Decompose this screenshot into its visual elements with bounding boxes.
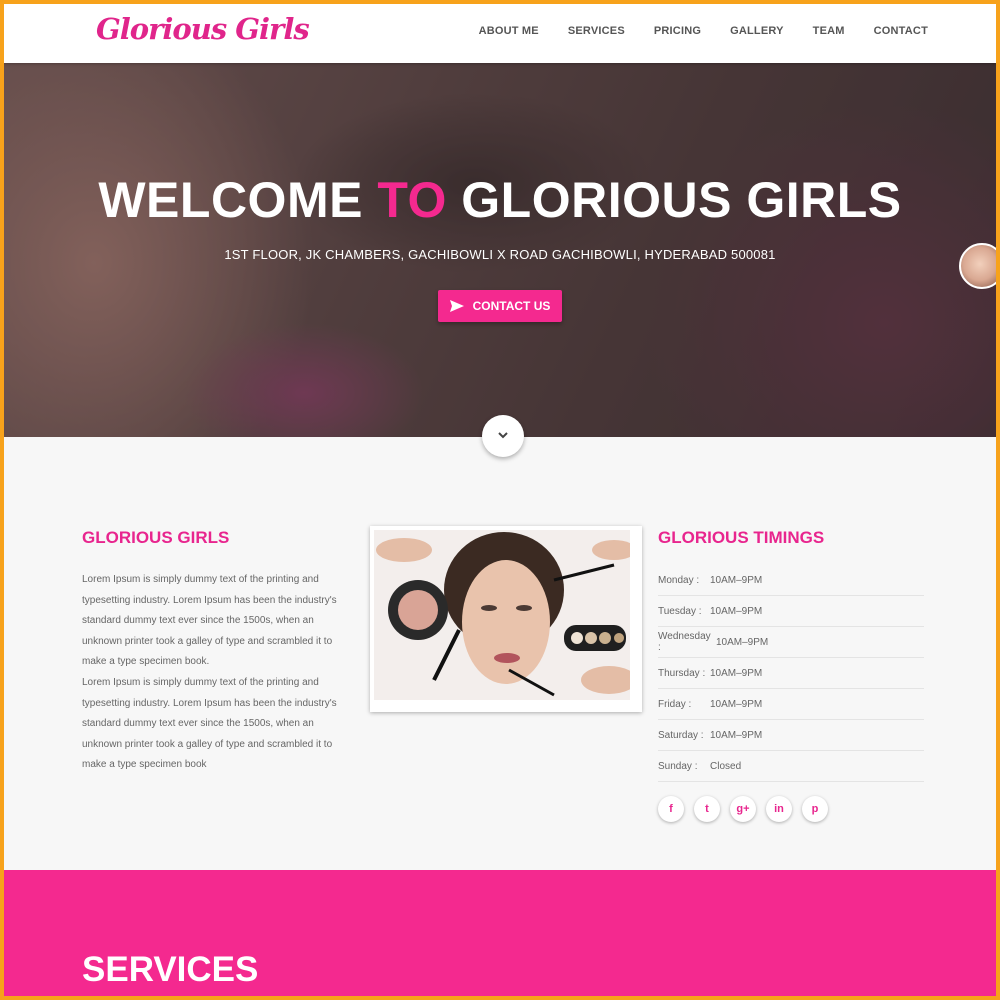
hero-title-accent: TO [377, 172, 447, 228]
timing-hours: 10AM–9PM [710, 698, 763, 710]
social-links: f t g+ in p [658, 796, 838, 822]
timing-hours: Closed [710, 760, 742, 772]
timing-day: Saturday : [658, 729, 704, 741]
timing-row: Friday : 10AM–9PM [658, 689, 924, 720]
about-title: GLORIOUS GIRLS [82, 528, 230, 547]
google-plus-icon[interactable]: g+ [730, 796, 756, 822]
about-paragraph-2: Lorem Ipsum is simply dummy text of the … [82, 676, 337, 771]
nav-gallery[interactable]: GALLERY [730, 25, 784, 37]
timing-hours: 10AM–9PM [710, 729, 763, 741]
nav-pricing[interactable]: PRICING [654, 25, 701, 37]
timing-day: Wednesday : [658, 631, 711, 653]
timing-day: Thursday : [658, 667, 706, 679]
timing-hours: 10AM–9PM [710, 574, 763, 586]
linkedin-icon[interactable]: in [766, 796, 792, 822]
hero-title: WELCOME TO GLORIOUS GIRLS [4, 171, 996, 229]
services-section: SERVICES [4, 870, 996, 996]
timing-row: Sunday : Closed [658, 751, 924, 782]
nav-about-me[interactable]: ABOUT ME [479, 25, 539, 37]
scroll-down-button[interactable] [482, 415, 524, 457]
hero-content: WELCOME TO GLORIOUS GIRLS 1ST FLOOR, JK … [4, 63, 996, 322]
twitter-icon[interactable]: t [694, 796, 720, 822]
timing-row: Saturday : 10AM–9PM [658, 720, 924, 751]
nav-services[interactable]: SERVICES [568, 25, 625, 37]
pinterest-icon[interactable]: p [802, 796, 828, 822]
contact-us-label: CONTACT US [472, 299, 551, 313]
navbar: Glorious Girls ABOUT ME SERVICES PRICING… [4, 4, 996, 63]
timings-list: Monday : 10AM–9PM Tuesday : 10AM–9PM Wedne… [658, 565, 924, 782]
site-logo[interactable]: Glorious Girls [96, 12, 310, 46]
chevron-down-icon [498, 432, 508, 439]
contact-us-button[interactable]: CONTACT US [437, 290, 563, 322]
nav-menu: ABOUT ME SERVICES PRICING GALLERY TEAM C… [450, 25, 928, 37]
makeup-illustration [374, 530, 637, 700]
timing-day: Tuesday : [658, 605, 702, 617]
timing-hours: 10AM–9PM [716, 636, 769, 648]
hero-title-part1: WELCOME [98, 172, 378, 228]
services-title: SERVICES [82, 950, 259, 989]
nav-contact[interactable]: CONTACT [874, 25, 928, 37]
facebook-icon[interactable]: f [658, 796, 684, 822]
timings-title: GLORIOUS TIMINGS [658, 528, 825, 547]
about-text: Lorem Ipsum is simply dummy text of the … [82, 570, 352, 776]
hero-banner: WELCOME TO GLORIOUS GIRLS 1ST FLOOR, JK … [4, 63, 996, 437]
send-icon [449, 300, 464, 312]
timing-hours: 10AM–9PM [710, 667, 763, 679]
hero-address: 1ST FLOOR, JK CHAMBERS, GACHIBOWLI X ROA… [224, 247, 776, 262]
timing-row: Monday : 10AM–9PM [658, 565, 924, 596]
timing-row: Wednesday : 10AM–9PM [658, 627, 924, 658]
page-frame: Glorious Girls ABOUT ME SERVICES PRICING… [0, 0, 1000, 1000]
timing-day: Monday : [658, 574, 700, 586]
timing-hours: 10AM–9PM [710, 605, 763, 617]
timing-day: Friday : [658, 698, 692, 710]
hero-title-part2: GLORIOUS GIRLS [446, 172, 902, 228]
timing-row: Tuesday : 10AM–9PM [658, 596, 924, 627]
timing-row: Thursday : 10AM–9PM [658, 658, 924, 689]
makeup-photo [370, 526, 642, 712]
timing-day: Sunday : [658, 760, 698, 772]
nav-team[interactable]: TEAM [813, 25, 845, 37]
about-paragraph-1: Lorem Ipsum is simply dummy text of the … [82, 574, 337, 668]
